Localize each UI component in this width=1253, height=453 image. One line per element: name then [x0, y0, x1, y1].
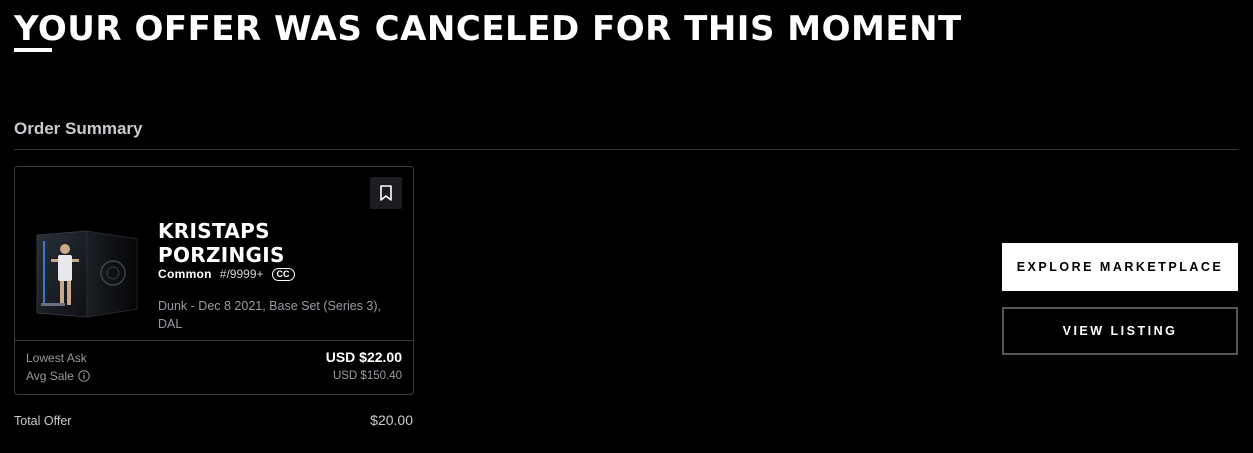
tier-row: Common #/9999+ CC [158, 267, 295, 281]
page-title: YOUR OFFER WAS CANCELED FOR THIS MOMENT [14, 9, 962, 49]
card-divider [15, 340, 413, 341]
total-offer-label: Total Offer [14, 414, 72, 428]
title-underline [14, 48, 52, 52]
lowest-ask-label: Lowest Ask [26, 351, 87, 365]
bookmark-icon [380, 185, 392, 201]
moment-description: Dunk - Dec 8 2021, Base Set (Series 3), … [158, 299, 382, 331]
total-offer-value: $20.00 [370, 412, 413, 428]
view-listing-button[interactable]: VIEW LISTING [1002, 307, 1238, 355]
player-last-name: PORZINGIS [158, 243, 285, 267]
offer-canceled-page: YOUR OFFER WAS CANCELED FOR THIS MOMENT … [0, 0, 1253, 453]
cc-badge: CC [271, 267, 295, 281]
explore-marketplace-button[interactable]: EXPLORE MARKETPLACE [1002, 243, 1238, 291]
order-summary-title: Order Summary [14, 119, 143, 138]
moment-thumbnail[interactable] [29, 225, 139, 321]
avg-sale-label-row: Avg Sale [26, 369, 90, 383]
bookmark-button[interactable] [370, 177, 402, 209]
moment-card[interactable]: KRISTAPS PORZINGIS Common #/9999+ CC Dun… [14, 166, 414, 395]
avg-sale-label: Avg Sale [26, 369, 74, 383]
serial-number: #/9999+ [219, 267, 264, 281]
avg-sale-value: USD $150.40 [332, 370, 402, 382]
tier-label: Common [158, 267, 212, 281]
player-name[interactable]: KRISTAPS PORZINGIS [158, 219, 285, 267]
info-icon[interactable] [78, 370, 90, 382]
player-first-name: KRISTAPS [158, 219, 270, 243]
lowest-ask-value: USD $22.00 [325, 349, 402, 365]
section-divider [14, 149, 1238, 150]
